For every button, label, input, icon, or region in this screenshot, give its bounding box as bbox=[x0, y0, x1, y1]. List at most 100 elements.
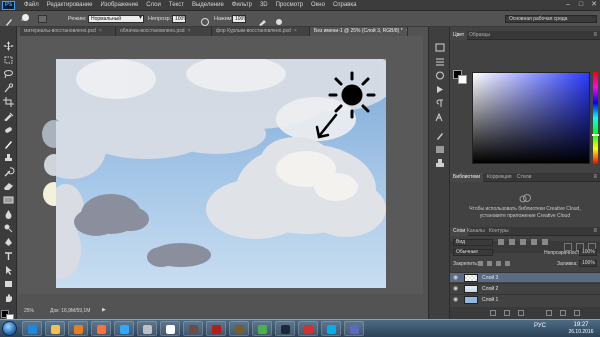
clone-source-icon[interactable] bbox=[435, 155, 445, 167]
taskbar-app-button[interactable] bbox=[252, 321, 272, 336]
start-button[interactable] bbox=[2, 321, 17, 336]
paragraph-icon[interactable] bbox=[435, 95, 445, 107]
tab-channels[interactable]: Каналы bbox=[464, 227, 488, 236]
tab-document[interactable]: фор Курлым-восстановлено.psd × bbox=[212, 27, 310, 36]
taskbar-app-button[interactable] bbox=[229, 321, 249, 336]
close-icon[interactable]: × bbox=[188, 28, 191, 34]
workspace-select[interactable]: Основная рабочая среда bbox=[505, 15, 597, 23]
tab-color[interactable]: Цвет bbox=[450, 31, 468, 40]
clock-date[interactable]: 26.10.2016 bbox=[566, 329, 596, 335]
airbrush-icon[interactable] bbox=[258, 14, 268, 26]
clock-time[interactable]: 19:27 bbox=[566, 322, 596, 328]
tab-adjustments[interactable]: Коррекция bbox=[484, 173, 515, 182]
brush-tool-icon[interactable] bbox=[2, 139, 15, 149]
status-arrow-icon[interactable]: ▶ bbox=[102, 307, 106, 313]
taskbar-app-button[interactable] bbox=[321, 321, 341, 336]
crop-tool-icon[interactable] bbox=[2, 97, 15, 107]
brush-presets-icon[interactable] bbox=[435, 141, 445, 153]
eyedropper-tool-icon[interactable] bbox=[2, 111, 15, 121]
taskbar-app-button[interactable] bbox=[114, 321, 134, 336]
blur-tool-icon[interactable] bbox=[2, 209, 15, 219]
character-icon[interactable] bbox=[435, 109, 445, 122]
brush-settings-icon[interactable] bbox=[435, 127, 445, 140]
type-tool-icon[interactable] bbox=[2, 251, 15, 261]
taskbar-app-button[interactable] bbox=[68, 321, 88, 336]
gradient-tool-icon[interactable] bbox=[2, 195, 15, 205]
taskbar-app-button[interactable] bbox=[183, 321, 203, 336]
taskbar-app-button[interactable] bbox=[344, 321, 364, 336]
taskbar-app-button[interactable] bbox=[298, 321, 318, 336]
pressure-opacity-icon[interactable] bbox=[200, 14, 210, 26]
tab-styles[interactable]: Стили bbox=[514, 173, 534, 182]
link-layers-icon[interactable] bbox=[490, 310, 496, 316]
close-icon[interactable]: × bbox=[99, 28, 102, 34]
layer-style-icon[interactable] bbox=[504, 310, 510, 316]
visibility-eye-icon[interactable]: ◉ bbox=[453, 286, 458, 292]
tab-document[interactable]: облачка-восстановлено.psd × bbox=[116, 27, 212, 36]
path-selection-tool-icon[interactable] bbox=[2, 265, 15, 275]
layer-opacity-input[interactable]: 100% bbox=[579, 249, 597, 256]
close-icon[interactable]: × bbox=[294, 28, 297, 34]
healing-brush-tool-icon[interactable] bbox=[2, 125, 15, 135]
pen-tool-icon[interactable] bbox=[2, 237, 15, 247]
tab-libraries[interactable]: Библиотеки bbox=[450, 173, 484, 182]
language-indicator[interactable]: РУС bbox=[534, 323, 546, 329]
close-icon[interactable]: × bbox=[406, 28, 407, 34]
menu-help[interactable]: Справка bbox=[329, 0, 361, 11]
tab-paths[interactable]: Контуры bbox=[486, 227, 512, 236]
quick-select-tool-icon[interactable] bbox=[2, 83, 15, 93]
layer-row[interactable]: ◉ Слой 2 bbox=[450, 283, 600, 293]
new-group-icon[interactable] bbox=[546, 310, 552, 316]
info-icon[interactable] bbox=[435, 67, 445, 80]
menu-view[interactable]: Просмотр bbox=[272, 0, 307, 11]
pressure-size-icon[interactable] bbox=[274, 14, 284, 25]
actions-icon[interactable] bbox=[435, 81, 445, 93]
brush-tool-icon[interactable] bbox=[4, 14, 14, 26]
layer-row[interactable]: ◉ Слой 1 bbox=[450, 294, 600, 304]
history-icon[interactable] bbox=[435, 39, 445, 52]
taskbar-app-button[interactable] bbox=[206, 321, 226, 336]
delete-layer-icon[interactable] bbox=[574, 310, 580, 316]
taskbar-app-button[interactable] bbox=[91, 321, 111, 336]
flow-input[interactable]: 100% bbox=[232, 15, 246, 23]
brush-panel-icon[interactable] bbox=[38, 15, 47, 23]
menu-image[interactable]: Изображение bbox=[96, 0, 142, 11]
panel-menu-icon[interactable]: ≡ bbox=[593, 31, 597, 40]
menu-type[interactable]: Текст bbox=[165, 0, 188, 11]
panel-menu-icon[interactable]: ≡ bbox=[593, 173, 597, 182]
new-layer-icon[interactable] bbox=[560, 310, 566, 316]
tab-document-active[interactable]: Без имени-1 @ 25% (Слой 3, RGB/8) *× bbox=[310, 27, 408, 36]
menu-edit[interactable]: Редактирование bbox=[43, 0, 97, 11]
blend-mode-select[interactable]: Обычные bbox=[453, 249, 493, 256]
taskbar-app-button[interactable] bbox=[275, 321, 295, 336]
visibility-eye-icon[interactable]: ◉ bbox=[453, 275, 458, 281]
panel-background-swatch[interactable] bbox=[458, 75, 467, 84]
layer-filter-select[interactable]: Вид bbox=[453, 239, 493, 246]
history-brush-tool-icon[interactable] bbox=[2, 167, 15, 177]
menu-filter[interactable]: Фильтр bbox=[228, 0, 256, 11]
hue-slider-marker[interactable] bbox=[592, 134, 599, 136]
menu-layers[interactable]: Слои bbox=[142, 0, 165, 11]
taskbar-app-button[interactable] bbox=[160, 321, 180, 336]
menu-file[interactable]: Файл bbox=[20, 0, 43, 11]
taskbar-app-button[interactable] bbox=[22, 321, 42, 336]
hue-slider[interactable] bbox=[593, 72, 598, 164]
visibility-eye-icon[interactable]: ◉ bbox=[453, 297, 458, 303]
layer-row[interactable]: ◉ Слой 3 bbox=[450, 272, 600, 282]
menu-select[interactable]: Выделение bbox=[188, 0, 228, 11]
tab-swatches[interactable]: Образцы bbox=[466, 31, 493, 40]
lasso-tool-icon[interactable] bbox=[2, 69, 15, 79]
fill-input[interactable]: 100% bbox=[579, 260, 597, 267]
document-canvas[interactable] bbox=[56, 59, 386, 288]
taskbar-app-button[interactable] bbox=[137, 321, 157, 336]
move-tool-icon[interactable] bbox=[2, 41, 15, 51]
panel-menu-icon[interactable]: ≡ bbox=[593, 227, 597, 236]
tab-document[interactable]: материалы-восстановлено.psd × bbox=[20, 27, 116, 36]
marquee-tool-icon[interactable] bbox=[2, 55, 15, 65]
lock-icons[interactable] bbox=[478, 261, 518, 267]
opacity-input[interactable]: 100% bbox=[172, 15, 186, 23]
filter-icons[interactable] bbox=[498, 239, 594, 246]
dodge-tool-icon[interactable] bbox=[2, 223, 15, 233]
eraser-tool-icon[interactable] bbox=[2, 181, 15, 191]
minimize-button[interactable]: – bbox=[564, 1, 572, 9]
